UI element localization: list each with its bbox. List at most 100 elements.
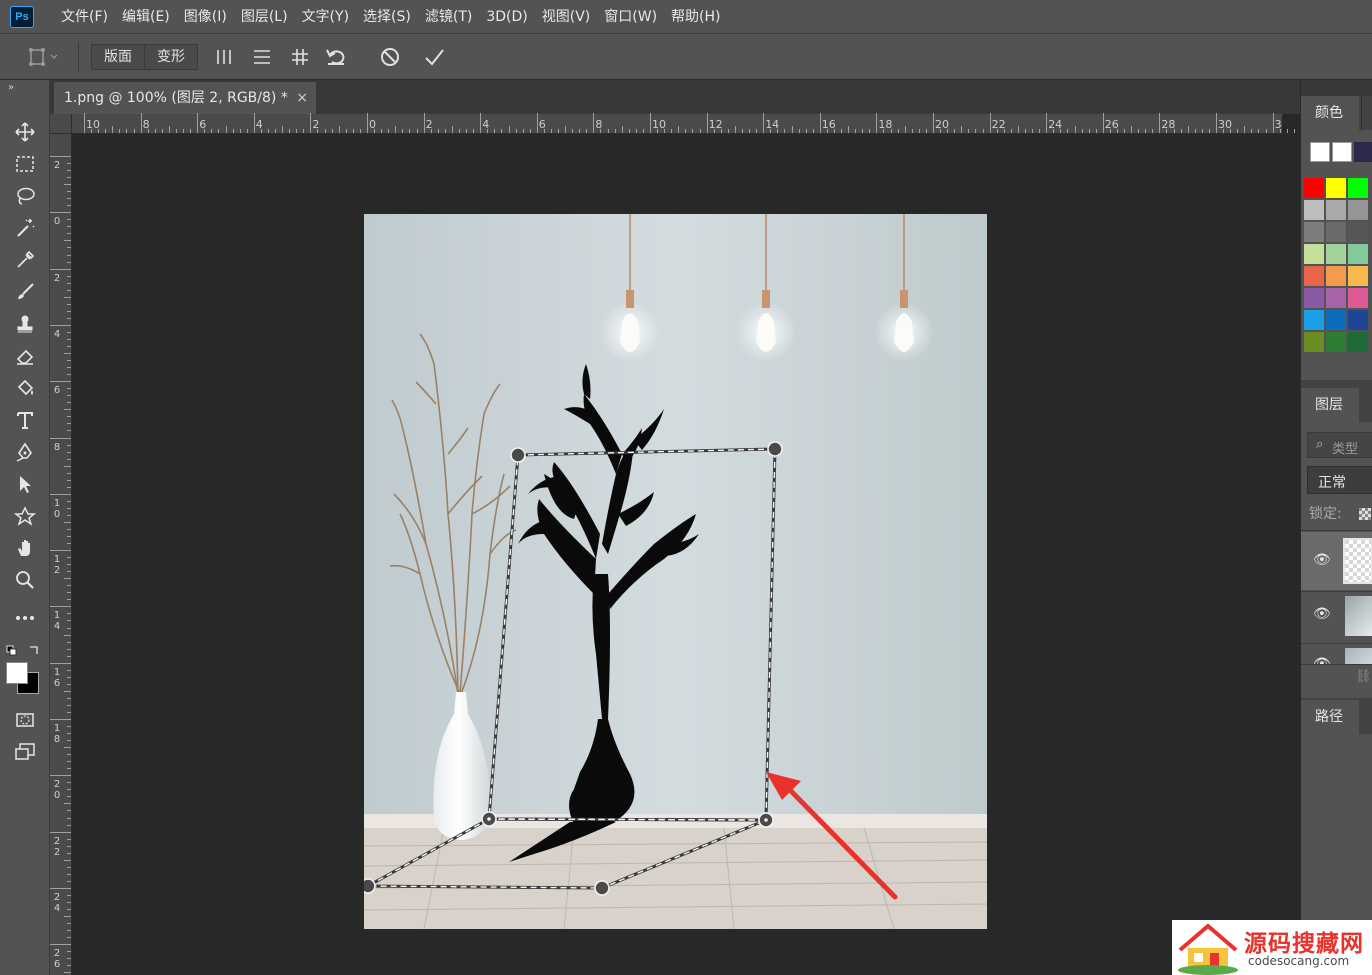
document-tab[interactable]: 1.png @ 100% (图层 2, RGB/8) * × <box>54 82 316 114</box>
color-swatch[interactable] <box>1304 266 1324 286</box>
color-panel-tab[interactable]: 颜色 <box>1301 96 1359 130</box>
menu-layer[interactable]: 图层(L) <box>234 0 295 34</box>
menu-filter[interactable]: 滤镜(T) <box>418 0 479 34</box>
vertical-lines-icon[interactable] <box>210 43 238 71</box>
ruler-major-tick <box>50 662 71 664</box>
swatch-white[interactable] <box>1332 142 1352 162</box>
color-swatch[interactable] <box>1304 310 1324 330</box>
type-icon[interactable] <box>10 406 40 434</box>
layer-visibility-eye-icon[interactable]: 👁 <box>1313 656 1331 664</box>
color-swatch[interactable] <box>1326 200 1346 220</box>
path-selection-icon[interactable] <box>10 470 40 498</box>
vertical-ruler[interactable]: 2 0 2 4 6 8 1 0 1 2 1 4 1 6 1 8 2 0 2 2 2 4 2 6 <box>50 134 72 975</box>
eyedropper-icon[interactable] <box>10 246 40 274</box>
undo-icon[interactable] <box>322 43 350 71</box>
layer-row-2[interactable]: 👁 <box>1301 532 1372 590</box>
hand-icon[interactable] <box>10 534 40 562</box>
more-tools-icon[interactable] <box>10 604 40 632</box>
link-layers-icon[interactable]: ⛓ <box>1355 669 1372 684</box>
menu-3d[interactable]: 3D(D) <box>479 0 534 34</box>
ruler-major-tick <box>50 719 71 720</box>
brush-icon[interactable] <box>10 278 40 306</box>
swatch-dark-blue[interactable] <box>1354 142 1372 162</box>
color-swatch[interactable] <box>1348 288 1368 308</box>
layer-visibility-eye-icon[interactable]: 👁 <box>1313 606 1331 622</box>
menu-help[interactable]: 帮助(H) <box>664 0 727 34</box>
color-swatch[interactable] <box>1348 244 1368 264</box>
paint-bucket-icon[interactable] <box>10 374 40 402</box>
color-swatch[interactable] <box>1348 178 1368 198</box>
blend-mode-select[interactable]: 正常 <box>1307 466 1372 494</box>
swap-colors-icon[interactable] <box>28 641 40 654</box>
close-tab-icon[interactable]: × <box>296 82 308 114</box>
color-swatch[interactable] <box>1326 332 1346 352</box>
paths-panel-tab[interactable]: 路径 <box>1301 700 1359 734</box>
layer-visibility-eye-icon[interactable]: 👁 <box>1313 552 1331 568</box>
color-swatch[interactable] <box>1304 222 1324 242</box>
custom-shape-icon[interactable] <box>10 502 40 530</box>
color-swatch[interactable] <box>1326 178 1346 198</box>
color-swatch[interactable] <box>1326 266 1346 286</box>
color-swatch[interactable] <box>1326 222 1346 242</box>
menu-type[interactable]: 文字(Y) <box>295 0 356 34</box>
color-swatch[interactable] <box>1304 244 1324 264</box>
menu-select[interactable]: 选择(S) <box>356 0 418 34</box>
color-swatch[interactable] <box>1304 288 1324 308</box>
menu-bar: Ps 文件(F) 编辑(E) 图像(I) 图层(L) 文字(Y) 选择(S) 滤… <box>0 0 1372 34</box>
swatches-panel-tab[interactable] <box>1361 96 1372 130</box>
pen-icon[interactable] <box>10 438 40 466</box>
menu-view[interactable]: 视图(V) <box>535 0 598 34</box>
color-swatch[interactable] <box>1348 332 1368 352</box>
foreground-color-swatch[interactable] <box>6 662 28 684</box>
cancel-icon[interactable] <box>376 43 404 71</box>
magic-wand-icon[interactable] <box>10 214 40 242</box>
color-swatch[interactable] <box>1348 200 1368 220</box>
ruler-minor-tick <box>67 472 71 474</box>
layers-panel-tab[interactable]: 图层 <box>1301 388 1359 422</box>
ruler-minor-tick <box>621 126 623 133</box>
color-swatch[interactable] <box>1304 332 1324 352</box>
color-swatch[interactable] <box>1304 200 1324 220</box>
perspective-warp-grid[interactable] <box>364 214 987 929</box>
ruler-minor-tick <box>64 916 71 918</box>
default-colors-icon[interactable] <box>6 642 18 656</box>
swatch-foreground-white[interactable] <box>1310 142 1330 162</box>
marquee-icon[interactable] <box>10 150 40 178</box>
color-swatch[interactable] <box>1348 310 1368 330</box>
layer-row-background[interactable]: 👁 <box>1301 644 1372 664</box>
ruler-minor-tick <box>67 620 71 622</box>
screen-mode-icon[interactable] <box>10 738 40 766</box>
stamp-icon[interactable] <box>10 310 40 338</box>
ruler-major-tick <box>50 944 71 946</box>
commit-check-icon[interactable] <box>420 43 448 71</box>
color-swatch[interactable] <box>1326 244 1346 264</box>
menu-edit[interactable]: 编辑(E) <box>115 0 177 34</box>
horizontal-lines-icon[interactable] <box>248 43 276 71</box>
ruler-origin[interactable] <box>50 114 72 134</box>
layer-row-1[interactable]: 👁 <box>1301 592 1372 642</box>
lock-transparency-icon[interactable] <box>1359 508 1371 520</box>
document-image[interactable] <box>364 214 987 929</box>
layer-filter-field[interactable]: ⌕ 类型 <box>1307 432 1372 458</box>
menu-file[interactable]: 文件(F) <box>54 0 115 34</box>
eraser-icon[interactable] <box>10 342 40 370</box>
lasso-icon[interactable] <box>10 182 40 210</box>
ruler-minor-tick <box>64 803 71 805</box>
move-icon[interactable] <box>10 118 40 146</box>
layout-mode-button[interactable]: 版面 <box>91 43 145 70</box>
zoom-icon[interactable] <box>10 566 40 594</box>
color-swatch[interactable] <box>1326 310 1346 330</box>
grid-icon[interactable] <box>286 43 314 71</box>
menu-window[interactable]: 窗口(W) <box>597 0 664 34</box>
quick-mask-icon[interactable] <box>10 706 40 734</box>
horizontal-ruler[interactable]: 10 8 6 4 2 0 2 4 6 8 10 12 14 16 18 20 22 24 26 28 30 3 <box>72 113 1324 134</box>
color-swatch[interactable] <box>1348 266 1368 286</box>
warp-mode-button[interactable]: 变形 <box>145 43 198 70</box>
puppet-warp-preset-icon[interactable] <box>22 43 62 71</box>
ruler-minor-tick <box>67 648 71 650</box>
collapse-toolbar-icon[interactable]: » <box>8 82 14 93</box>
color-swatch[interactable] <box>1348 222 1368 242</box>
menu-image[interactable]: 图像(I) <box>177 0 234 34</box>
color-swatch[interactable] <box>1304 178 1324 198</box>
color-swatch[interactable] <box>1326 288 1346 308</box>
